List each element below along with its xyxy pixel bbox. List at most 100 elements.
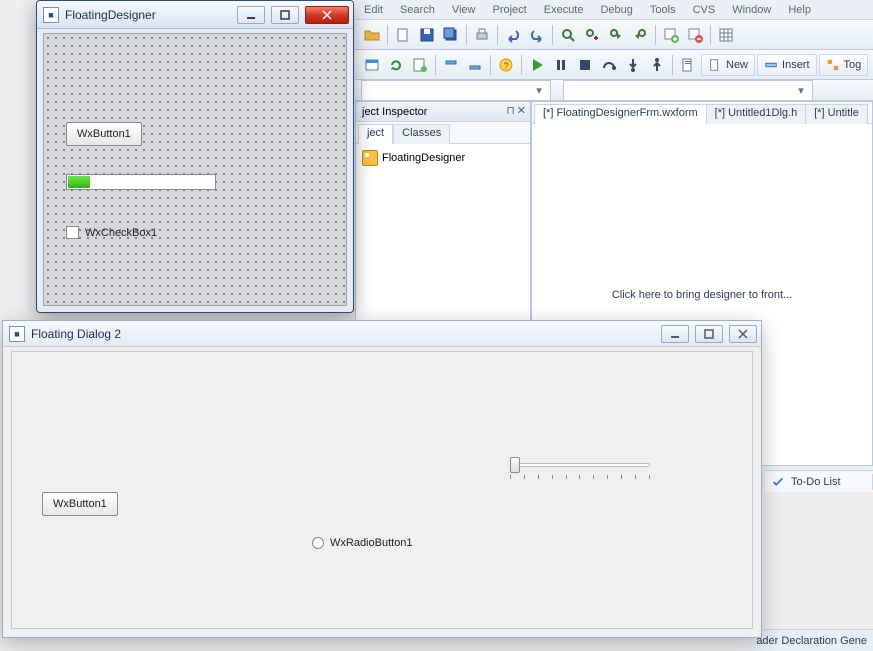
app-icon: ■ [9,326,25,342]
find-prev-icon[interactable] [629,24,651,46]
compile-icon[interactable] [677,54,699,76]
separator-icon [497,25,498,45]
slider-thumb[interactable] [510,457,520,473]
toolbar-2: ? New Insert Tog [355,50,873,80]
slider-track [510,463,650,467]
status-bar: ader Declaration Gene [749,629,873,651]
step-over-icon[interactable] [598,54,620,76]
design-surface[interactable]: WxButton1 WxCheckBox1 [43,33,347,306]
separator-icon [655,25,656,45]
inspector-tab-project[interactable]: ject [358,124,393,144]
checkbox-label: WxCheckBox1 [85,227,157,239]
maximize-button[interactable] [271,6,299,24]
menu-execute[interactable]: Execute [544,4,584,16]
menu-window[interactable]: Window [732,4,771,16]
designer-placeholder-message: Click here to bring designer to front... [612,289,792,301]
stop-icon[interactable] [574,54,596,76]
separator-icon [466,25,467,45]
remove-item-icon[interactable] [684,24,706,46]
todo-label[interactable]: To-Do List [791,476,841,488]
separator-icon [710,25,711,45]
print-icon[interactable] [471,24,493,46]
window-floatingdesigner[interactable]: ■ FloatingDesigner WxButton1 WxCheckBox1 [36,0,354,313]
undo-icon[interactable] [502,24,524,46]
chevron-down-icon: ▾ [794,83,808,97]
new-file-icon[interactable] [392,24,414,46]
wxbutton1[interactable]: WxButton1 [42,492,118,516]
titlebar[interactable]: ■ Floating Dialog 2 [3,321,761,347]
redo-icon[interactable] [526,24,548,46]
toolbar-3: ▾ ▾ [355,80,873,101]
wxslider1[interactable] [510,457,650,487]
close-icon[interactable]: ✕ [517,104,526,117]
new-button-label: New [726,59,748,71]
checkbox-box-icon [66,226,79,239]
inspector-tabs: ject Classes [356,122,530,144]
wxcheckbox1[interactable]: WxCheckBox1 [66,226,157,239]
window-floating-dialog-2[interactable]: ■ Floating Dialog 2 WxButton1 WxRadioBut… [2,320,762,638]
inspector-tab-classes[interactable]: Classes [393,124,450,144]
wxbutton1[interactable]: WxButton1 [66,122,142,146]
find-next-icon[interactable] [605,24,627,46]
open-folder-icon[interactable] [361,24,383,46]
combo-config[interactable]: ▾ [361,80,551,101]
tab-untitled1dlg[interactable]: [*] Untitled1Dlg.h [706,104,807,124]
save-icon[interactable] [416,24,438,46]
goto-decl-icon[interactable] [440,54,462,76]
menu-cvs[interactable]: CVS [693,4,716,16]
rebuild-icon[interactable] [385,54,407,76]
combo-target[interactable]: ▾ [563,80,813,101]
titlebar[interactable]: ■ FloatingDesigner [37,1,353,29]
minimize-button[interactable] [661,325,689,343]
help-icon[interactable]: ? [495,54,517,76]
tab-untitled[interactable]: [*] Untitle [805,104,868,124]
wxgauge1[interactable] [66,174,216,190]
bottom-tabstrip: To-Do List [765,470,873,492]
save-all-icon[interactable] [440,24,462,46]
close-button[interactable] [305,6,349,24]
new-class-icon[interactable] [409,54,431,76]
separator-icon [672,55,673,75]
todo-icon [771,475,785,489]
goto-impl-icon[interactable] [464,54,486,76]
grid-icon[interactable] [715,24,737,46]
step-into-icon[interactable] [622,54,644,76]
editor-tabs: [*] FloatingDesignerFrm.wxform [*] Untit… [532,102,872,124]
radio-label: WxRadioButton1 [330,537,413,549]
run-icon[interactable] [526,54,548,76]
window-title: Floating Dialog 2 [31,327,655,341]
chevron-down-icon: ▾ [532,83,546,97]
maximize-button[interactable] [695,325,723,343]
slider-ticks [510,475,650,479]
menu-search[interactable]: Search [400,4,435,16]
tab-floatingdesignerfrm[interactable]: [*] FloatingDesignerFrm.wxform [534,104,707,124]
replace-icon[interactable] [581,24,603,46]
minimize-button[interactable] [237,6,265,24]
pin-icon[interactable]: ⊓ [506,104,515,117]
menu-debug[interactable]: Debug [600,4,632,16]
separator-icon [552,25,553,45]
close-button[interactable] [729,325,757,343]
wxradiobutton1[interactable]: WxRadioButton1 [312,537,413,549]
class-browser-icon[interactable] [361,54,383,76]
menu-help[interactable]: Help [788,4,811,16]
menu-tools[interactable]: Tools [650,4,676,16]
menu-edit[interactable]: Edit [364,4,383,16]
toggle-button[interactable]: Tog [819,54,869,76]
find-icon[interactable] [557,24,579,46]
dialog-surface[interactable]: WxButton1 WxRadioButton1 [11,351,753,629]
form-icon [362,150,378,166]
menu-view[interactable]: View [452,4,476,16]
pause-icon[interactable] [550,54,572,76]
insert-button[interactable]: Insert [757,54,817,76]
new-button[interactable]: New [701,54,755,76]
tree-node-floatingdesigner[interactable]: FloatingDesigner [362,150,524,166]
step-out-icon[interactable] [646,54,668,76]
gauge-fill [68,176,90,188]
menu-project[interactable]: Project [492,4,526,16]
menu-bar: Edit Search View Project Execute Debug T… [355,0,873,20]
inspector-body: FloatingDesigner [356,144,530,172]
separator-icon [521,55,522,75]
panel-header: ject Inspector ⊓ ✕ [356,102,530,122]
add-item-icon[interactable] [660,24,682,46]
